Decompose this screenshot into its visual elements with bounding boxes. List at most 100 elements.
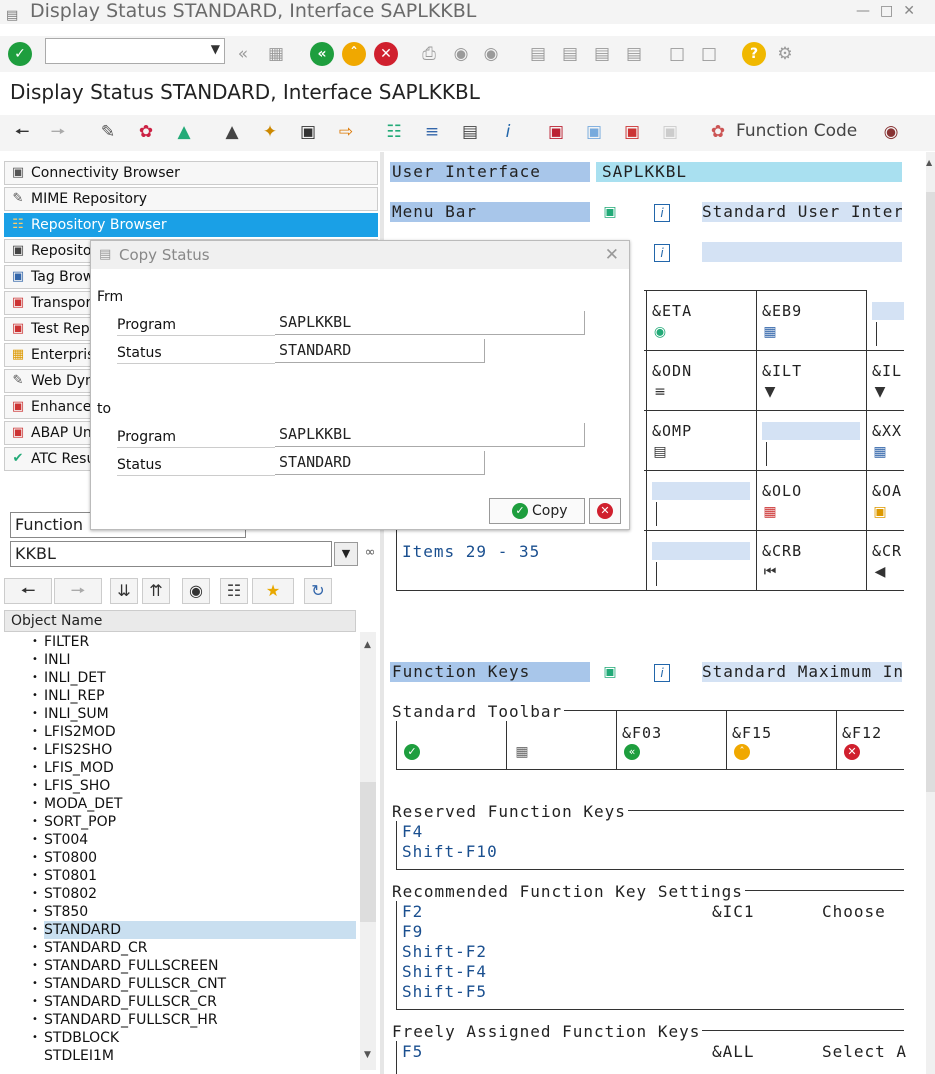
function-code-icon[interactable]: ✿ bbox=[706, 120, 730, 144]
tree-item[interactable]: ST0802 bbox=[32, 885, 97, 903]
chevron-up-icon[interactable]: ▲ bbox=[926, 158, 932, 167]
navigate-icon[interactable]: ⇨ bbox=[334, 120, 358, 144]
window-menu-icon[interactable]: ▤ bbox=[6, 5, 22, 23]
display-change-icon[interactable]: ✎ bbox=[96, 120, 120, 144]
toolbar-code[interactable]: &F15 bbox=[732, 724, 832, 742]
expand-all-button[interactable]: ⇊ bbox=[110, 578, 138, 604]
expand-icon[interactable]: ▣ bbox=[602, 204, 618, 220]
tree-column-header[interactable]: Object Name bbox=[4, 610, 356, 632]
tree-item[interactable]: INLI_DET bbox=[32, 669, 106, 687]
new-session-icon[interactable]: □ bbox=[666, 43, 688, 65]
tree-item[interactable]: LFIS_MOD bbox=[32, 759, 114, 777]
info-icon[interactable]: i bbox=[654, 204, 670, 222]
last-page-icon[interactable]: ▤ bbox=[623, 43, 645, 65]
activate-icon[interactable]: ▲ bbox=[220, 120, 244, 144]
cancel-icon[interactable]: ✕ bbox=[374, 42, 398, 66]
enter-icon[interactable]: ✓ bbox=[8, 42, 32, 66]
reserved-key[interactable]: F4 bbox=[402, 822, 423, 841]
save-icon[interactable]: ▦ bbox=[514, 744, 530, 760]
back-icon[interactable]: « bbox=[310, 42, 334, 66]
grid-code[interactable]: &OMP bbox=[652, 422, 750, 440]
grid-code[interactable]: &EB9 bbox=[762, 302, 860, 320]
toolbar-code[interactable]: &F03 bbox=[622, 724, 722, 742]
list-icon[interactable]: ≡ bbox=[420, 120, 444, 144]
refresh-button[interactable]: ↻ bbox=[304, 578, 332, 604]
grid-code[interactable]: &ETA bbox=[652, 302, 750, 320]
tree-item[interactable]: ST0801 bbox=[32, 867, 97, 885]
find-icon[interactable]: ◉ bbox=[450, 43, 472, 65]
from-program-input[interactable]: SAPLKKBL bbox=[275, 311, 585, 335]
glasses-icon[interactable]: ∞ bbox=[360, 542, 380, 566]
to-status-input[interactable]: STANDARD bbox=[275, 451, 485, 475]
nav-repository-browser[interactable]: ☷ Repository Browser bbox=[4, 213, 378, 237]
tree-forward-button[interactable]: 🠖 bbox=[54, 578, 102, 604]
save-icon[interactable]: ▦ bbox=[265, 43, 287, 65]
tree-item[interactable]: INLI_REP bbox=[32, 687, 104, 705]
recommended-code[interactable]: &IC1 bbox=[712, 902, 755, 921]
info-icon[interactable]: i bbox=[654, 664, 670, 682]
tree-item[interactable]: STANDARD_FULLSCR_HR bbox=[32, 1011, 218, 1029]
tree-item[interactable]: STANDARD_FULLSCR_CR bbox=[32, 993, 217, 1011]
empty-cell[interactable] bbox=[652, 482, 750, 500]
info-icon[interactable]: i bbox=[496, 120, 520, 144]
exit-icon[interactable]: ˆ bbox=[342, 42, 366, 66]
collapse-all-button[interactable]: ⇈ bbox=[142, 578, 170, 604]
object-name-input[interactable]: KKBL bbox=[10, 541, 332, 567]
empty-cell[interactable] bbox=[762, 422, 860, 440]
expand-icon[interactable]: ▣ bbox=[602, 664, 618, 680]
grid-code[interactable]: &ILT bbox=[762, 362, 860, 380]
nav-connectivity-browser[interactable]: ▣ Connectivity Browser bbox=[4, 161, 378, 185]
previous-page-icon[interactable]: ▤ bbox=[559, 43, 581, 65]
insert-icon[interactable]: ▣ bbox=[544, 120, 568, 144]
empty-cell[interactable] bbox=[872, 302, 904, 320]
grid-code[interactable]: &OA bbox=[872, 482, 904, 500]
back-arrow-icon[interactable]: 🠔 bbox=[10, 120, 34, 144]
info-icon[interactable]: i bbox=[654, 244, 670, 262]
command-field[interactable]: ▼ bbox=[45, 38, 225, 64]
tree-item[interactable]: ST0800 bbox=[32, 849, 97, 867]
reserved-key[interactable]: Shift-F10 bbox=[402, 842, 498, 861]
scrollbar-thumb[interactable] bbox=[926, 192, 935, 792]
attributes-icon[interactable]: ▣ bbox=[582, 120, 606, 144]
window-controls[interactable]: —□✕ bbox=[856, 0, 925, 22]
grid-code[interactable]: &XX bbox=[872, 422, 904, 440]
grid-code[interactable]: &ODN bbox=[652, 362, 750, 380]
hat-icon[interactable]: ◉ bbox=[878, 120, 904, 144]
find-next-icon[interactable]: ◉ bbox=[480, 43, 502, 65]
chevron-down-icon[interactable]: ▼ bbox=[211, 42, 220, 56]
nav-mime-repository[interactable]: ✎ MIME Repository bbox=[4, 187, 378, 211]
tree-item[interactable]: MODA_DET bbox=[32, 795, 122, 813]
tree-back-button[interactable]: 🠔 bbox=[4, 578, 52, 604]
grid-code[interactable]: &CR bbox=[872, 542, 904, 560]
recommended-key[interactable]: Shift-F2 bbox=[402, 942, 487, 961]
first-page-icon[interactable]: ▤ bbox=[527, 43, 549, 65]
shortcut-icon[interactable]: □ bbox=[698, 43, 720, 65]
chevron-down-icon[interactable]: ▼ bbox=[364, 1050, 371, 1060]
close-icon[interactable]: ✕ bbox=[605, 241, 619, 269]
tree-item[interactable]: STANDARD_FULLSCREEN bbox=[32, 957, 219, 975]
tree-item[interactable]: ST850 bbox=[32, 903, 88, 921]
test-icon[interactable]: ✦ bbox=[258, 120, 282, 144]
hierarchy-icon[interactable]: ☷ bbox=[382, 120, 406, 144]
cancel-icon[interactable]: ✕ bbox=[844, 744, 860, 760]
tree-item[interactable]: FILTER bbox=[32, 633, 89, 651]
tree-item[interactable]: STDBLOCK bbox=[32, 1029, 119, 1047]
print-icon[interactable]: ⎙ bbox=[418, 43, 440, 65]
table-icon[interactable]: ▤ bbox=[458, 120, 482, 144]
scrollbar-thumb[interactable] bbox=[360, 782, 376, 922]
tree-item[interactable]: SORT_POP bbox=[32, 813, 116, 831]
check-icon[interactable]: ▲ bbox=[172, 120, 196, 144]
tree-item[interactable]: STANDARD_FULLSCR_CNT bbox=[32, 975, 226, 993]
grid-code[interactable]: &OLO bbox=[762, 482, 860, 500]
other-object-icon[interactable]: ✿ bbox=[134, 120, 158, 144]
right-scrollbar[interactable]: ▲ bbox=[926, 152, 935, 1074]
recommended-key[interactable]: Shift-F4 bbox=[402, 962, 487, 981]
tree-item[interactable]: LFIS2MOD bbox=[32, 723, 116, 741]
recommended-key[interactable]: F2 bbox=[402, 902, 423, 921]
grid-code[interactable]: &IL bbox=[872, 362, 904, 380]
freely-code[interactable]: &ALL bbox=[712, 1042, 755, 1061]
chevron-down-icon[interactable]: ▼ bbox=[334, 542, 358, 566]
toolbar-code[interactable]: &F12 bbox=[842, 724, 904, 742]
next-page-icon[interactable]: ▤ bbox=[591, 43, 613, 65]
tree-scrollbar[interactable]: ▲ ▼ bbox=[360, 632, 376, 1070]
